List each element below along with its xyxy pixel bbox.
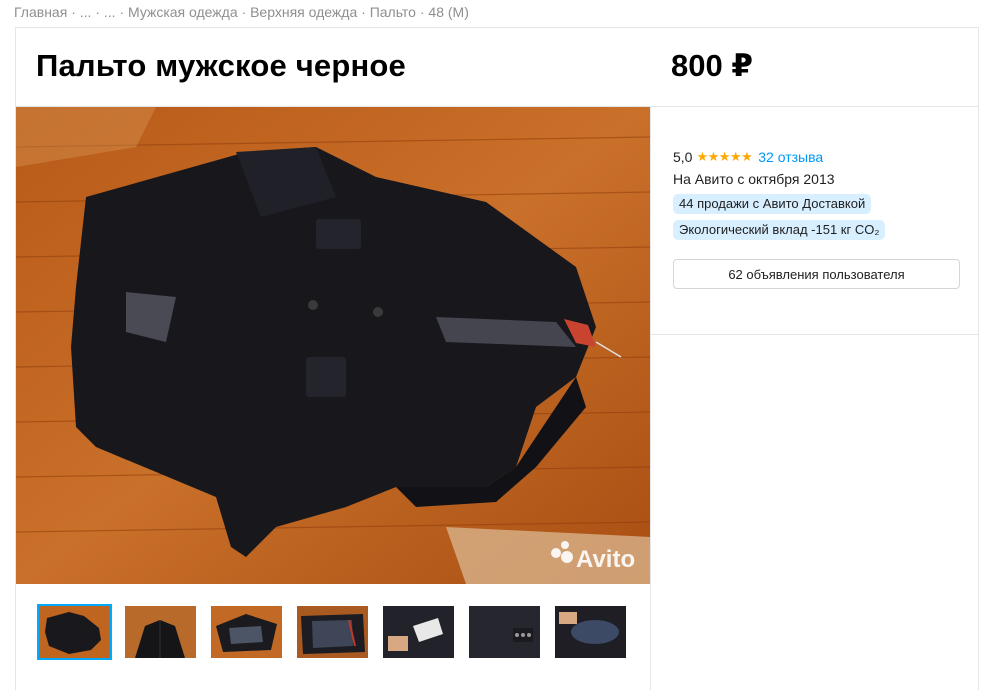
thumbnail-6[interactable] (467, 604, 542, 660)
thumbnail-3[interactable] (209, 604, 284, 660)
breadcrumb-item-collapsed[interactable]: ... (104, 4, 116, 20)
rating-stars-icon: ★★★★★ (696, 149, 753, 164)
breadcrumb-item-mens-clothing[interactable]: Мужская одежда (128, 4, 238, 20)
user-ads-button[interactable]: 62 объявления пользователя (673, 259, 960, 289)
thumbnail-7[interactable] (553, 604, 628, 660)
thumbnail-strip (37, 604, 628, 660)
thumbnail-2[interactable] (123, 604, 198, 660)
breadcrumb-separator: · (119, 4, 128, 20)
reviews-link[interactable]: 32 отзыва (758, 149, 823, 165)
seller-panel: 5,0 ★★★★★ 32 отзыва На Авито с октября 2… (651, 107, 979, 335)
thumbnail-5[interactable] (381, 604, 456, 660)
seller-since: На Авито с октября 2013 (673, 171, 835, 187)
seller-rating: 5,0 ★★★★★ 32 отзыва (673, 149, 823, 165)
breadcrumb-item-outerwear[interactable]: Верхняя одежда (250, 4, 357, 20)
breadcrumb-item-home[interactable]: Главная (14, 4, 67, 20)
breadcrumb-separator: · (95, 4, 104, 20)
avito-watermark: Avito (576, 546, 635, 573)
listing-header: Пальто мужское черное 800 ₽ (16, 28, 978, 107)
breadcrumb-item-coats[interactable]: Пальто (370, 4, 416, 20)
breadcrumb-item-collapsed[interactable]: ... (80, 4, 92, 20)
breadcrumb: Главная · ... · ... · Мужская одежда · В… (14, 4, 469, 20)
listing-price: 800 ₽ (671, 48, 753, 83)
thumbnail-1[interactable] (37, 604, 112, 660)
breadcrumb-separator: · (241, 4, 251, 20)
listing-card: Пальто мужское черное 800 ₽ Avito 5,0 ★★… (15, 27, 979, 690)
breadcrumb-separator: · (71, 4, 80, 20)
breadcrumb-separator: · (361, 4, 370, 20)
eco-contribution-badge[interactable]: Экологический вклад -151 кг CO₂ (673, 220, 886, 240)
thumbnail-4[interactable] (295, 604, 370, 660)
main-photo[interactable]: Avito (16, 107, 651, 584)
delivery-sales-badge[interactable]: 44 продажи с Авито Доставкой (673, 194, 872, 214)
rating-value: 5,0 (673, 149, 693, 165)
listing-title: Пальто мужское черное (36, 48, 406, 83)
breadcrumb-item-size[interactable]: 48 (M) (428, 4, 468, 20)
